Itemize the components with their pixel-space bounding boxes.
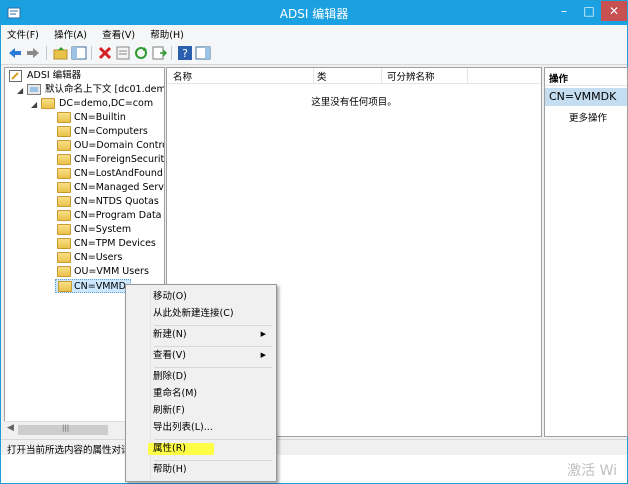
- actions-header: 操作: [545, 68, 627, 86]
- folder-icon: [57, 182, 71, 193]
- naming-context-icon: [27, 84, 41, 95]
- title-bar: ADSI 编辑器 – □ ✕: [1, 1, 627, 25]
- collapse-arrow-icon[interactable]: ◢: [31, 98, 37, 112]
- list-header: 名称 类 可分辨名称: [167, 68, 541, 84]
- context-menu: 移动(O) 从此处新建连接(C) 新建(N) ▶ 查看(V) ▶ 删除(D) 重命名…: [125, 284, 277, 482]
- tree-item[interactable]: CN=LostAndFound: [5, 167, 163, 181]
- tree-item-selected[interactable]: CN=VMMD: [55, 279, 131, 293]
- tree-item[interactable]: OU=VMM Users: [5, 265, 163, 279]
- folder-icon: [41, 98, 55, 109]
- back-icon[interactable]: [7, 45, 23, 61]
- menu-item-help[interactable]: 帮助(H): [128, 461, 274, 478]
- window-title: ADSI 编辑器: [279, 7, 349, 21]
- submenu-arrow-icon: ▶: [260, 330, 266, 338]
- menu-item-new[interactable]: 新建(N) ▶: [128, 326, 274, 343]
- tree-item[interactable]: CN=ForeignSecurit: [5, 153, 164, 167]
- tree-root[interactable]: ADSI 编辑器: [5, 69, 163, 83]
- tree-item[interactable]: CN=Managed Serv: [5, 181, 164, 195]
- folder-icon: [57, 224, 71, 235]
- menu-file[interactable]: 文件(F): [1, 25, 45, 41]
- show-hide-tree-icon[interactable]: [71, 45, 87, 61]
- tree-naming-context[interactable]: ◢ 默认命名上下文 [dc01.dem: [5, 83, 164, 98]
- show-hide-action-pane-icon[interactable]: [195, 45, 211, 61]
- bottom-strip: 激活 Wi: [1, 455, 627, 483]
- menu-action[interactable]: 操作(A): [48, 25, 93, 41]
- menu-help[interactable]: 帮助(H): [144, 25, 190, 41]
- folder-icon: [57, 154, 71, 165]
- menu-item-delete[interactable]: 删除(D): [128, 368, 274, 385]
- column-distinguished-name[interactable]: 可分辨名称: [387, 69, 435, 83]
- column-class[interactable]: 类: [317, 69, 327, 83]
- menu-view[interactable]: 查看(V): [96, 25, 141, 41]
- menu-item-properties[interactable]: 属性(R): [128, 440, 274, 457]
- menu-item-move[interactable]: 移动(O): [128, 288, 274, 305]
- properties-icon[interactable]: [115, 45, 131, 61]
- refresh-icon[interactable]: [133, 45, 149, 61]
- export-list-icon[interactable]: [151, 45, 167, 61]
- tree-item[interactable]: CN=Users: [5, 251, 163, 265]
- column-name[interactable]: 名称: [173, 69, 192, 83]
- folder-icon: [57, 266, 71, 277]
- tree-item[interactable]: CN=TPM Devices: [5, 237, 163, 251]
- tree-domain[interactable]: ◢ DC=demo,DC=com: [5, 97, 163, 111]
- help-icon[interactable]: ?: [177, 45, 193, 61]
- menu-item-new-connection[interactable]: 从此处新建连接(C): [128, 305, 274, 322]
- delete-icon[interactable]: [97, 45, 113, 61]
- menu-item-rename[interactable]: 重命名(M): [128, 385, 274, 402]
- more-actions-link[interactable]: 更多操作: [569, 110, 607, 124]
- up-folder-icon[interactable]: [53, 45, 69, 61]
- adsi-editor-window: ADSI 编辑器 – □ ✕ 文件(F) 操作(A) 查看(V) 帮助(H) ?…: [0, 0, 628, 484]
- folder-icon: [57, 140, 71, 151]
- toolbar: ?: [1, 41, 627, 65]
- close-button[interactable]: ✕: [601, 1, 627, 21]
- adsi-root-icon: [9, 70, 22, 82]
- folder-icon: [58, 281, 72, 292]
- folder-icon: [57, 210, 71, 221]
- menu-item-refresh[interactable]: 刷新(F): [128, 402, 274, 419]
- folder-icon: [57, 168, 71, 179]
- folder-icon: [57, 126, 71, 137]
- scroll-left-icon[interactable]: ◀: [7, 423, 14, 433]
- actions-selected-object[interactable]: CN=VMMDK: [545, 88, 627, 106]
- folder-icon: [57, 112, 71, 123]
- tree-item[interactable]: CN=Computers: [5, 125, 163, 139]
- menu-item-view[interactable]: 查看(V) ▶: [128, 347, 274, 364]
- folder-icon: [57, 238, 71, 249]
- tree-item[interactable]: CN=Program Data: [5, 209, 163, 223]
- collapse-arrow-icon[interactable]: ◢: [17, 84, 23, 98]
- tree-item[interactable]: OU=Domain Contro: [5, 139, 164, 153]
- submenu-arrow-icon: ▶: [260, 351, 266, 359]
- scroll-grip-icon: |||: [62, 424, 70, 432]
- folder-icon: [57, 252, 71, 263]
- status-text: 打开当前所选内容的属性对话: [7, 445, 131, 456]
- tree-item[interactable]: CN=Builtin: [5, 111, 163, 125]
- forward-icon[interactable]: [25, 45, 41, 61]
- maximize-button[interactable]: □: [576, 1, 602, 21]
- status-bar: 打开当前所选内容的属性对话: [1, 439, 627, 456]
- activation-watermark: 激活 Wi: [567, 463, 617, 479]
- tree-item[interactable]: CN=NTDS Quotas: [5, 195, 163, 209]
- menu-item-export-list[interactable]: 导出列表(L)...: [128, 419, 274, 436]
- tree-item[interactable]: CN=System: [5, 223, 163, 237]
- minimize-button[interactable]: –: [551, 1, 577, 21]
- menu-bar: 文件(F) 操作(A) 查看(V) 帮助(H): [1, 25, 627, 41]
- empty-list-message: 这里没有任何项目。: [311, 97, 397, 108]
- actions-pane: 操作 CN=VMMDK 更多操作: [544, 67, 628, 437]
- svg-text:?: ?: [182, 47, 188, 60]
- folder-icon: [57, 196, 71, 207]
